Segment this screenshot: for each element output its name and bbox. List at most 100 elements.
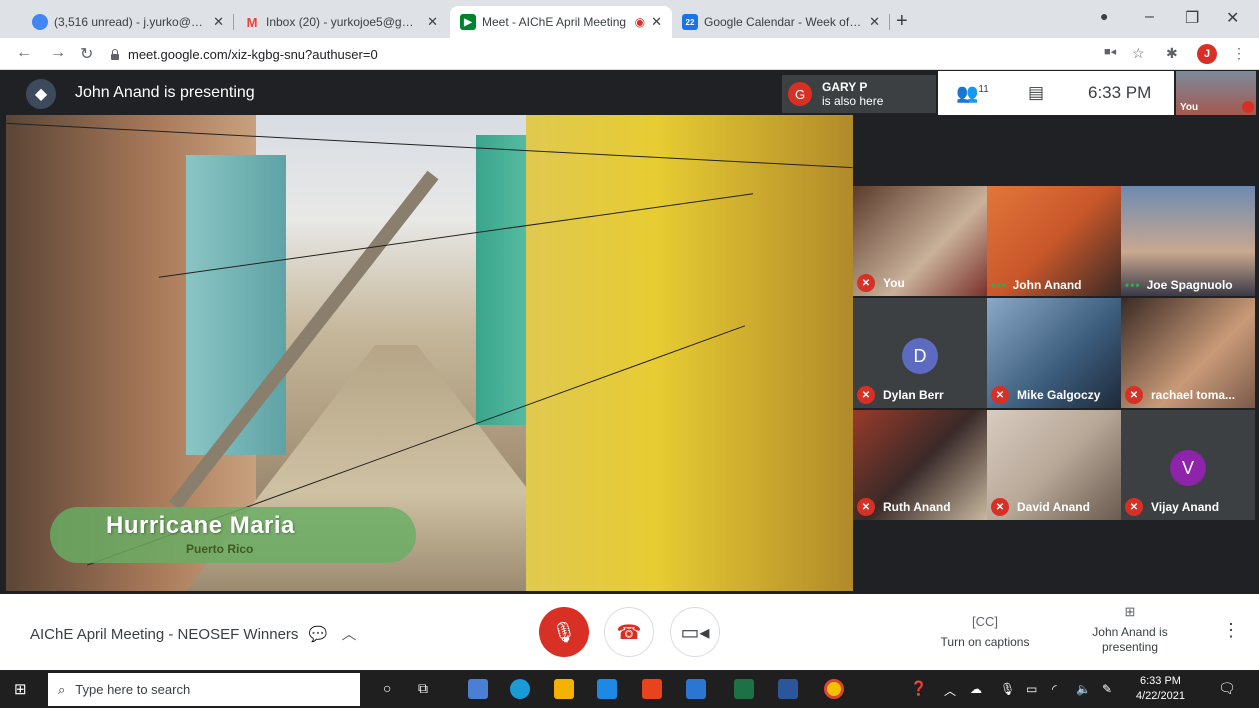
chrome-app-icon[interactable] [824, 679, 844, 699]
participant-avatar: V [1170, 450, 1206, 486]
meet-bottom-bar: AIChE April Meeting - NEOSEF Winners 💬 ︿… [0, 594, 1259, 670]
also-here-chip[interactable]: G GARY P is also here [782, 75, 936, 113]
chat-bubble-icon: 💬 [308, 626, 328, 643]
bookmark-star-icon[interactable]: ☆ [1132, 45, 1145, 62]
participant-tile[interactable]: ✕ rachael toma... [1121, 298, 1255, 408]
camera-toggle-button[interactable]: ▭◂ [670, 607, 720, 657]
address-bar[interactable]: meet.google.com/xiz-kgbg-snu?authuser=0 [110, 42, 1070, 66]
participant-tile[interactable]: ✕ You [853, 186, 987, 296]
hang-up-icon: ☎ [616, 621, 642, 644]
pen-icon[interactable]: ✎ [1102, 682, 1112, 696]
mic-off-icon: 🎙 [551, 621, 577, 644]
microphone-icon[interactable]: 🎙 [1000, 682, 1015, 696]
participant-tile[interactable]: ✕ David Anand [987, 410, 1121, 520]
building-left-teal [186, 155, 286, 455]
office-app-icon[interactable] [642, 679, 662, 699]
chat-icon[interactable]: ▤ [1028, 83, 1044, 103]
participant-tile[interactable]: V ✕ Vijay Anand [1121, 410, 1255, 520]
search-placeholder: Type here to search [75, 682, 191, 697]
mic-off-icon: ✕ [991, 386, 1009, 404]
self-view-thumbnail[interactable]: You [1176, 71, 1256, 115]
chevron-up-icon: ︿ [341, 626, 357, 643]
calendar-favicon-icon: 22 [682, 14, 698, 30]
browser-tab-strip: (3,516 unread) - j.yurko@sbcglob ✕ M Inb… [0, 0, 1259, 38]
participant-tile[interactable]: ✕ Ruth Anand [853, 410, 987, 520]
mic-off-icon: ✕ [991, 498, 1009, 516]
taskbar-date: 4/22/2021 [1136, 690, 1185, 702]
participant-tile[interactable]: D ✕ Dylan Berr [853, 298, 987, 408]
meeting-details[interactable]: AIChE April Meeting - NEOSEF Winners 💬 ︿ [30, 623, 356, 644]
todo-app-icon[interactable] [686, 679, 706, 699]
gmail-favicon-icon: M [246, 14, 258, 30]
leave-call-button[interactable]: ☎ [604, 607, 654, 657]
taskbar-clock[interactable]: 6:33 PM 4/22/2021 [1136, 674, 1185, 704]
also-here-name: GARY P [822, 80, 868, 94]
menu-kebab-icon[interactable]: ⋮ [1232, 45, 1246, 62]
mail-favicon-icon [32, 14, 48, 30]
windows-start-icon[interactable]: ⊞ [14, 680, 27, 698]
close-tab-icon[interactable]: ✕ [651, 14, 662, 30]
help-icon[interactable]: ❓ [910, 680, 927, 697]
calendar-app-icon[interactable] [468, 679, 488, 699]
taskbar-time: 6:33 PM [1139, 675, 1181, 687]
word-app-icon[interactable] [778, 679, 798, 699]
camera-indicator-icon[interactable]: ■◂ [1104, 45, 1116, 58]
present-now-button[interactable]: ⊞ John Anand is presenting [1082, 604, 1178, 655]
tab-title: (3,516 unread) - j.yurko@sbcglob [54, 15, 208, 29]
back-icon[interactable]: ← [16, 44, 32, 62]
tab-meet[interactable]: ▶ Meet - AIChE April Meeting ◉ ✕ [450, 6, 672, 38]
participant-name: rachael toma... [1151, 388, 1236, 402]
speaking-icon: ••• [1125, 278, 1141, 292]
slide-title: Hurricane Maria [106, 512, 295, 539]
forward-icon[interactable]: → [50, 44, 66, 62]
tab-title: Google Calendar - Week of April [704, 15, 864, 29]
participant-avatar: D [902, 338, 938, 374]
presenter-avatar: ◆ [26, 79, 56, 109]
self-label: You [1180, 102, 1199, 113]
extensions-icon[interactable]: ✱ [1166, 45, 1178, 62]
new-tab-button[interactable]: + [896, 10, 908, 33]
mic-off-icon [1242, 101, 1254, 113]
participant-name: Vijay Anand [1151, 500, 1220, 514]
captions-label: Turn on captions [940, 635, 1030, 649]
participant-tile[interactable]: ✕ Mike Galgoczy [987, 298, 1121, 408]
excel-app-icon[interactable] [734, 679, 754, 699]
tab-calendar[interactable]: 22 Google Calendar - Week of April ✕ [672, 6, 890, 38]
mic-toggle-button[interactable]: 🎙 [539, 607, 589, 657]
taskbar-search[interactable]: ⌕ Type here to search [48, 673, 360, 706]
people-button[interactable]: 👥11 [956, 83, 989, 104]
participant-tile[interactable]: ••• Joe Spagnuolo [1121, 186, 1255, 296]
wifi-icon[interactable]: ◜ [1052, 682, 1057, 696]
more-options-icon[interactable]: ⋮ [1222, 620, 1240, 641]
tab-gmail[interactable]: M Inbox (20) - yurkojoe5@gmail.co ✕ [234, 6, 448, 38]
captions-button[interactable]: [CC] Turn on captions [930, 614, 1040, 650]
cortana-icon[interactable]: ○ [383, 680, 391, 696]
onedrive-icon[interactable]: ☁ [970, 682, 982, 696]
tab-search-icon[interactable]: ● [1100, 8, 1108, 24]
lock-icon [110, 48, 120, 60]
presenting-label: John Anand is presenting [1092, 625, 1168, 654]
meeting-name: AIChE April Meeting - NEOSEF Winners [30, 626, 299, 643]
edge-browser-icon[interactable] [510, 679, 530, 699]
close-tab-icon[interactable]: ✕ [427, 14, 438, 30]
participant-name: You [883, 276, 905, 290]
mail-app-icon[interactable] [597, 679, 617, 699]
chevron-up-icon[interactable]: ︿ [944, 682, 956, 699]
close-window-icon[interactable]: ✕ [1226, 8, 1239, 28]
close-tab-icon[interactable]: ✕ [869, 14, 880, 30]
close-tab-icon[interactable]: ✕ [213, 14, 224, 30]
notifications-icon[interactable]: 🗨 [1218, 680, 1236, 697]
file-explorer-icon[interactable] [554, 679, 574, 699]
volume-icon[interactable]: 🔈 [1076, 682, 1091, 696]
tab-mail[interactable]: (3,516 unread) - j.yurko@sbcglob ✕ [22, 6, 234, 38]
task-view-icon[interactable]: ⧉ [418, 680, 428, 697]
profile-avatar[interactable]: J [1197, 44, 1217, 64]
battery-icon[interactable]: ▭ [1026, 682, 1037, 696]
minimize-icon[interactable]: – [1145, 8, 1154, 26]
participant-tile[interactable]: ••• John Anand [987, 186, 1121, 296]
restore-icon[interactable]: ❐ [1185, 8, 1199, 28]
mic-off-icon: ✕ [857, 498, 875, 516]
participant-name: John Anand [1012, 278, 1082, 292]
reload-icon[interactable]: ↻ [80, 44, 93, 64]
presentation-stage: Hurricane Maria Puerto Rico [6, 115, 853, 591]
